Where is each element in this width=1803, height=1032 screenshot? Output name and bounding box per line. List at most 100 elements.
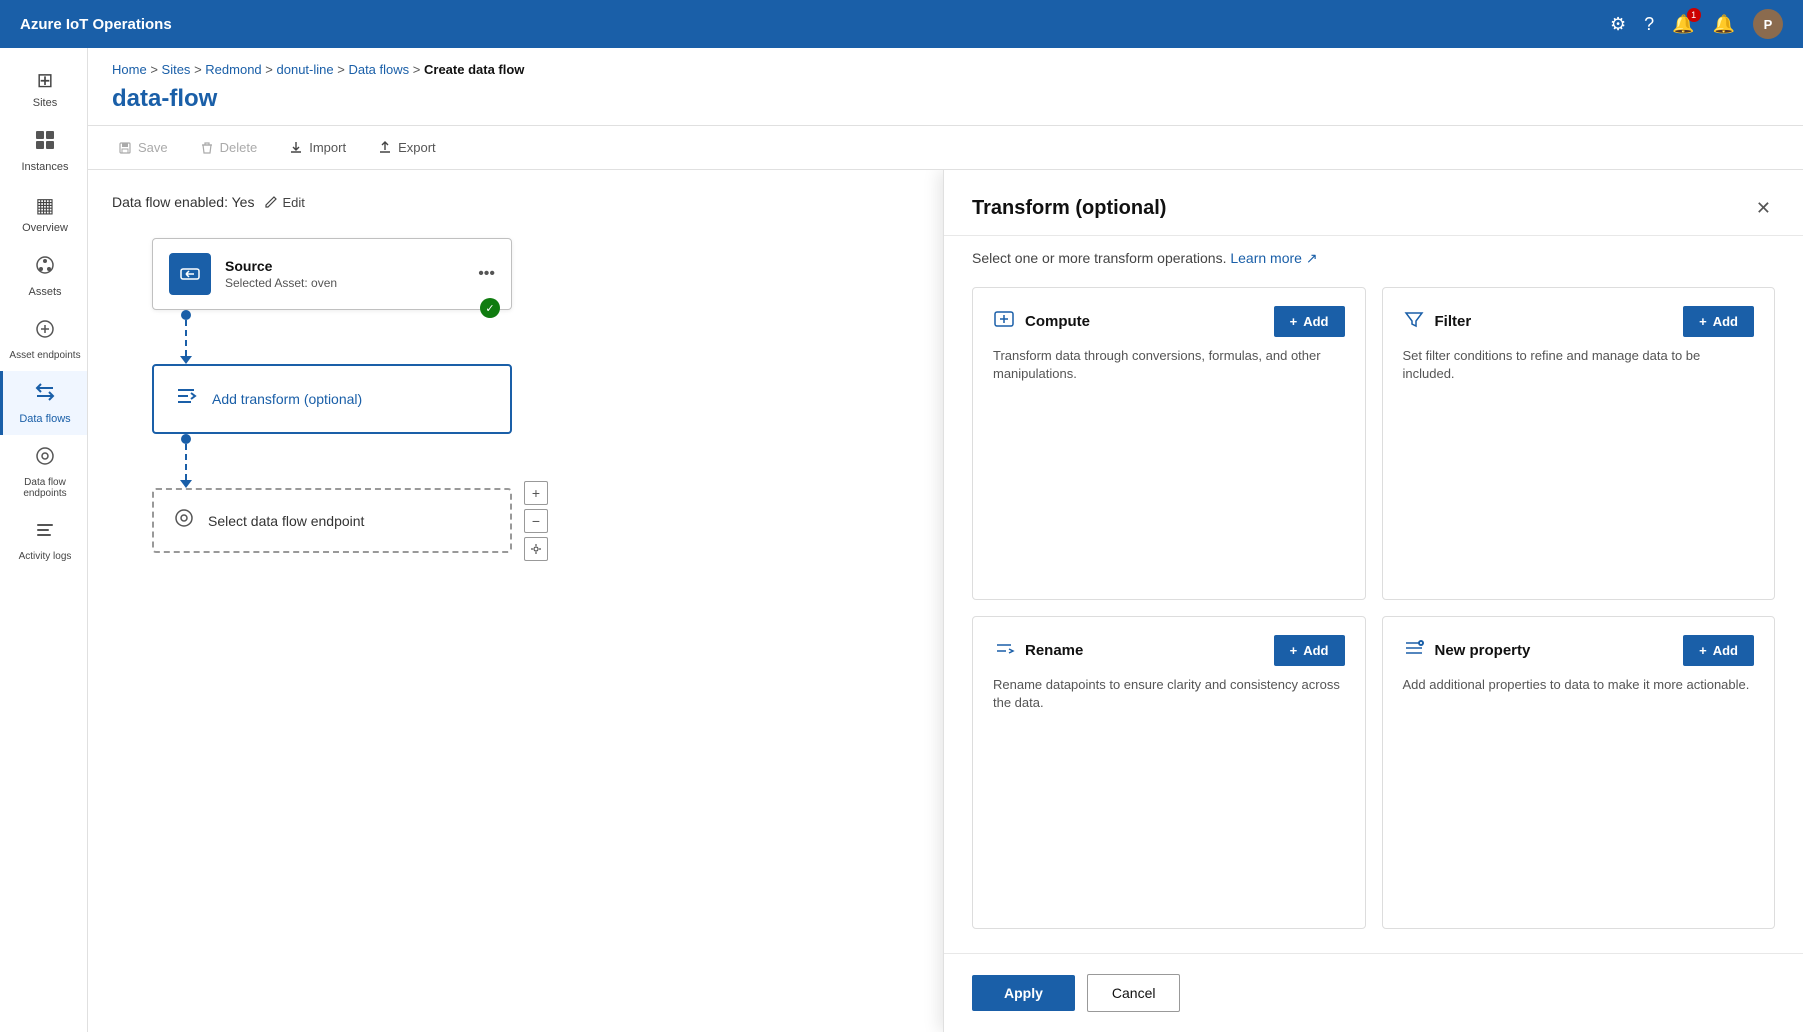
source-node[interactable]: Source Selected Asset: oven ••• ✓ xyxy=(152,238,512,310)
settings-icon[interactable]: ⚙ xyxy=(1610,14,1626,35)
app-title: Azure IoT Operations xyxy=(20,16,1610,33)
export-button[interactable]: Export xyxy=(364,134,450,161)
source-node-sub: Selected Asset: oven xyxy=(225,276,464,290)
breadcrumb-donut-line[interactable]: donut-line xyxy=(277,62,334,77)
compute-card: Compute + Add Transform data through con… xyxy=(972,287,1366,600)
delete-label: Delete xyxy=(220,140,258,155)
edit-button[interactable]: Edit xyxy=(264,195,304,210)
endpoint-settings-btn[interactable] xyxy=(524,537,548,561)
sidebar-item-label: Instances xyxy=(21,161,68,173)
user-avatar[interactable]: P xyxy=(1753,9,1783,39)
filter-name: Filter xyxy=(1435,313,1472,330)
sites-icon: ⊞ xyxy=(37,68,54,93)
connector-arrow-1 xyxy=(180,356,192,364)
endpoint-node-label: Select data flow endpoint xyxy=(208,513,364,529)
sidebar-item-activity-logs[interactable]: Activity logs xyxy=(0,509,87,572)
sidebar-item-sites[interactable]: ⊞ Sites xyxy=(0,58,87,119)
main-layout: ⊞ Sites Instances ▦ Overview Assets xyxy=(0,48,1803,1032)
import-button[interactable]: Import xyxy=(275,134,360,161)
learn-more-link[interactable]: Learn more ↗ xyxy=(1230,250,1317,266)
endpoint-node[interactable]: Select data flow endpoint + − xyxy=(152,488,512,553)
filter-icon xyxy=(1403,308,1425,336)
asset-endpoints-icon xyxy=(34,318,56,346)
connector-dot-1 xyxy=(181,310,191,320)
rename-icon xyxy=(993,637,1015,665)
filter-card: Filter + Add Set filter conditions to re… xyxy=(1382,287,1776,600)
new-property-desc: Add additional properties to data to mak… xyxy=(1403,676,1755,694)
flow-enabled-label: Data flow enabled: Yes xyxy=(112,194,254,210)
panel-subtitle: Select one or more transform operations.… xyxy=(944,236,1803,277)
notifications-icon[interactable]: 🔔 1 xyxy=(1672,14,1694,35)
rename-desc: Rename datapoints to ensure clarity and … xyxy=(993,676,1345,712)
panel-title: Transform (optional) xyxy=(972,197,1166,220)
endpoint-minus-btn[interactable]: − xyxy=(524,509,548,533)
panel-close-button[interactable]: ✕ xyxy=(1752,194,1775,223)
breadcrumb-sites[interactable]: Sites xyxy=(162,62,191,77)
filter-card-header: Filter + Add xyxy=(1403,306,1755,337)
sidebar-item-label: Activity logs xyxy=(19,551,72,562)
panel-footer: Apply Cancel xyxy=(944,953,1803,1032)
sidebar-item-label: Assets xyxy=(28,286,61,298)
connector-arrow-2 xyxy=(180,480,192,488)
transform-node-card[interactable]: Add transform (optional) xyxy=(152,364,512,434)
compute-name: Compute xyxy=(1025,313,1090,330)
new-property-card: New property + Add Add additional proper… xyxy=(1382,616,1776,929)
sidebar-item-label: Overview xyxy=(22,222,68,234)
compute-icon xyxy=(993,308,1015,336)
compute-card-header: Compute + Add xyxy=(993,306,1345,337)
endpoint-node-card[interactable]: Select data flow endpoint xyxy=(152,488,512,553)
source-node-title: Source xyxy=(225,258,464,274)
filter-desc: Set filter conditions to refine and mana… xyxy=(1403,347,1755,383)
help-icon[interactable]: ? xyxy=(1644,14,1654,35)
edit-label: Edit xyxy=(282,195,304,210)
breadcrumb-redmond[interactable]: Redmond xyxy=(205,62,261,77)
cancel-button[interactable]: Cancel xyxy=(1087,974,1181,1012)
data-flow-endpoints-icon xyxy=(34,445,56,473)
main-content: Home > Sites > Redmond > donut-line > Da… xyxy=(88,48,1803,1032)
new-property-add-button[interactable]: + Add xyxy=(1683,635,1754,666)
source-node-text: Source Selected Asset: oven xyxy=(225,258,464,290)
sidebar-item-label: Sites xyxy=(33,97,57,109)
transform-cards-grid: Compute + Add Transform data through con… xyxy=(944,277,1803,953)
dataflow-area: Data flow enabled: Yes Edit xyxy=(88,170,1803,1032)
save-label: Save xyxy=(138,140,168,155)
sidebar-item-label: Data flow endpoints xyxy=(9,477,81,499)
endpoint-controls: + − xyxy=(524,481,548,561)
connector-line-2 xyxy=(185,444,187,480)
connector-1 xyxy=(180,310,192,364)
overview-icon: ▦ xyxy=(36,193,55,218)
sidebar-item-overview[interactable]: ▦ Overview xyxy=(0,183,87,244)
rename-name: Rename xyxy=(1025,642,1083,659)
transform-node[interactable]: Add transform (optional) xyxy=(152,364,512,434)
delete-button[interactable]: Delete xyxy=(186,134,272,161)
compute-add-button[interactable]: + Add xyxy=(1274,306,1345,337)
connector-2 xyxy=(180,434,192,488)
page-title: data-flow xyxy=(88,81,1803,125)
top-navigation: Azure IoT Operations ⚙ ? 🔔 1 🔔 P xyxy=(0,0,1803,48)
source-check-icon: ✓ xyxy=(480,298,500,318)
breadcrumb-home[interactable]: Home xyxy=(112,62,147,77)
sidebar-item-label: Data flows xyxy=(19,413,70,425)
panel-header: Transform (optional) ✕ xyxy=(944,170,1803,236)
sidebar-item-data-flows[interactable]: Data flows xyxy=(0,371,87,435)
data-flows-icon xyxy=(34,381,56,409)
sidebar-item-asset-endpoints[interactable]: Asset endpoints xyxy=(0,308,87,371)
sidebar-item-data-flow-endpoints[interactable]: Data flow endpoints xyxy=(0,435,87,509)
compute-desc: Transform data through conversions, form… xyxy=(993,347,1345,383)
new-property-icon xyxy=(1403,637,1425,665)
rename-add-button[interactable]: + Add xyxy=(1274,635,1345,666)
sidebar-item-instances[interactable]: Instances xyxy=(0,119,87,183)
connector-line-1 xyxy=(185,320,187,356)
import-label: Import xyxy=(309,140,346,155)
save-button[interactable]: Save xyxy=(104,134,182,161)
sidebar-item-assets[interactable]: Assets xyxy=(0,244,87,308)
filter-add-button[interactable]: + Add xyxy=(1683,306,1754,337)
breadcrumb-data-flows[interactable]: Data flows xyxy=(348,62,409,77)
alerts-icon[interactable]: 🔔 xyxy=(1713,14,1735,35)
source-node-menu[interactable]: ••• xyxy=(478,265,495,283)
breadcrumb-current: Create data flow xyxy=(424,62,524,77)
apply-button[interactable]: Apply xyxy=(972,975,1075,1011)
endpoint-add-btn[interactable]: + xyxy=(524,481,548,505)
new-property-card-header: New property + Add xyxy=(1403,635,1755,666)
breadcrumb: Home > Sites > Redmond > donut-line > Da… xyxy=(88,48,1803,81)
